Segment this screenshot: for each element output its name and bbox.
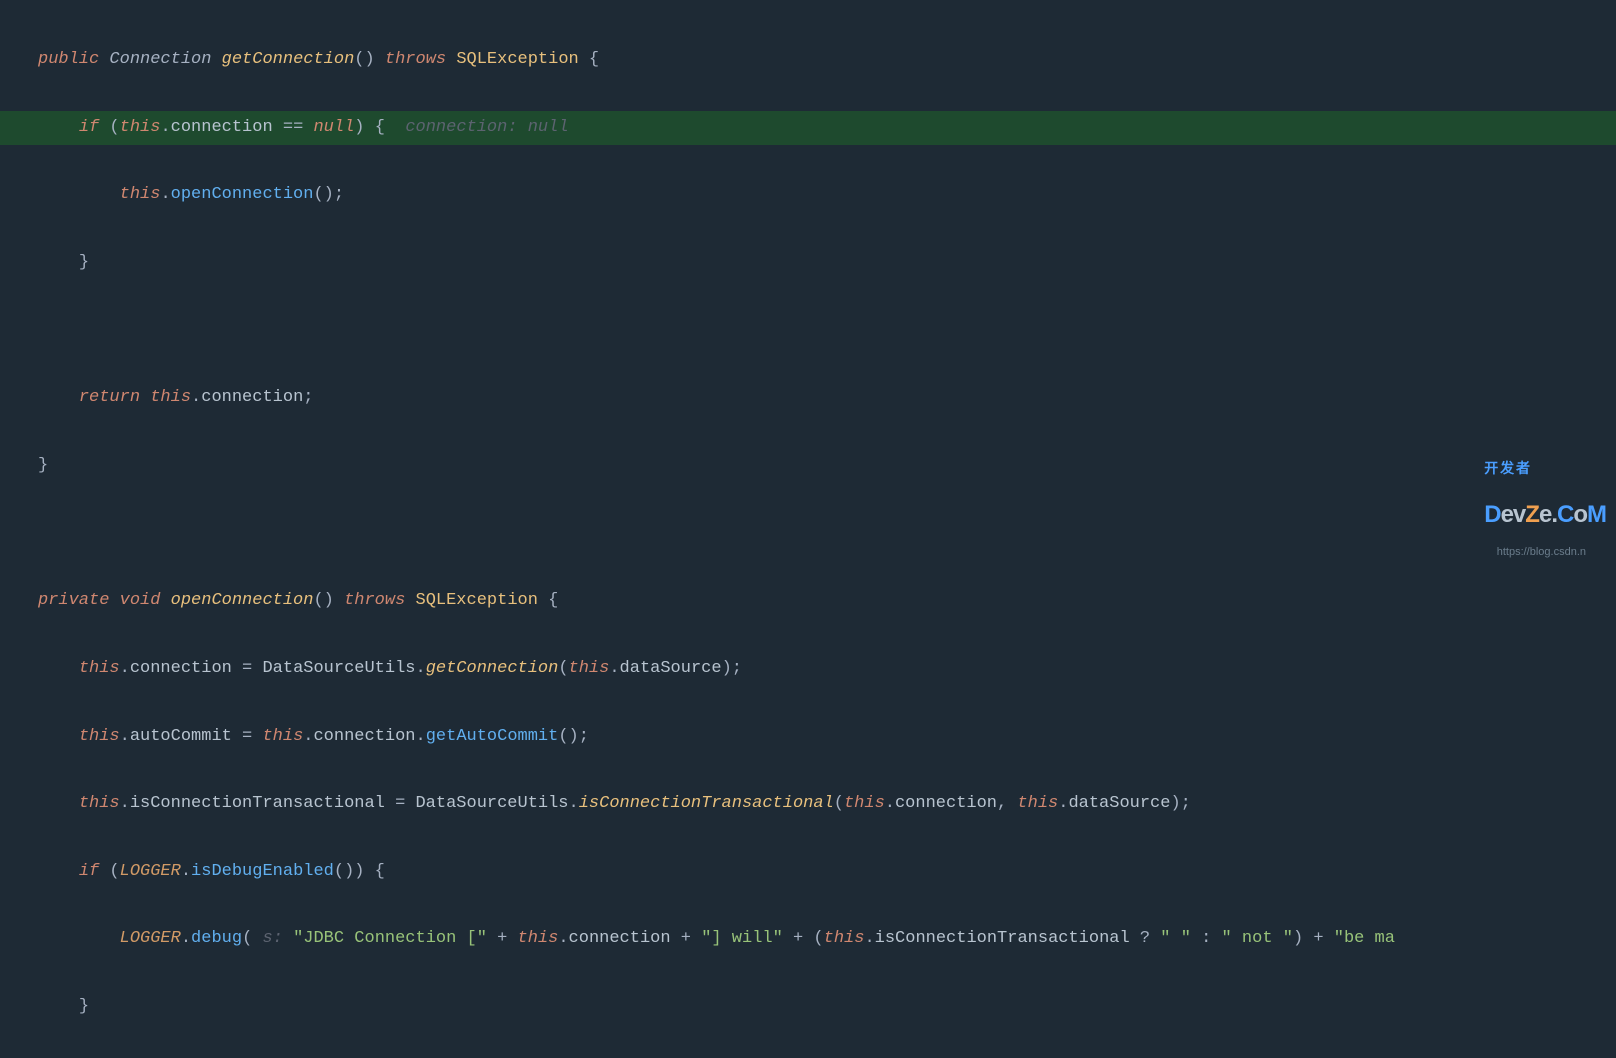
code-editor[interactable]: public Connection getConnection() throws… xyxy=(0,0,1616,1058)
code-line: this.autoCommit = this.connection.getAut… xyxy=(0,720,1616,755)
code-line: } xyxy=(0,246,1616,281)
watermark-logo: 开 发 者 DevZe.CoM xyxy=(1484,445,1606,539)
code-line: } xyxy=(0,990,1616,1025)
code-line: this.connection = DataSourceUtils.getCon… xyxy=(0,652,1616,687)
code-line: this.isConnectionTransactional = DataSou… xyxy=(0,787,1616,822)
code-line: this.openConnection(); xyxy=(0,178,1616,213)
watermark-url: https://blog.csdn.n xyxy=(1497,542,1586,563)
code-line-highlighted: if (this.connection == null) { connectio… xyxy=(0,111,1616,146)
code-line: LOGGER.debug( s: "JDBC Connection [" + t… xyxy=(0,922,1616,957)
code-line: public Connection getConnection() throws… xyxy=(0,43,1616,78)
code-line: private void openConnection() throws SQL… xyxy=(0,584,1616,619)
inline-hint: s: xyxy=(262,929,293,948)
inline-hint: connection: null xyxy=(405,118,568,137)
code-line: if (LOGGER.isDebugEnabled()) { xyxy=(0,855,1616,890)
code-line xyxy=(0,314,1616,349)
code-line xyxy=(0,517,1616,552)
code-line: } xyxy=(0,449,1616,484)
code-line: return this.connection; xyxy=(0,381,1616,416)
